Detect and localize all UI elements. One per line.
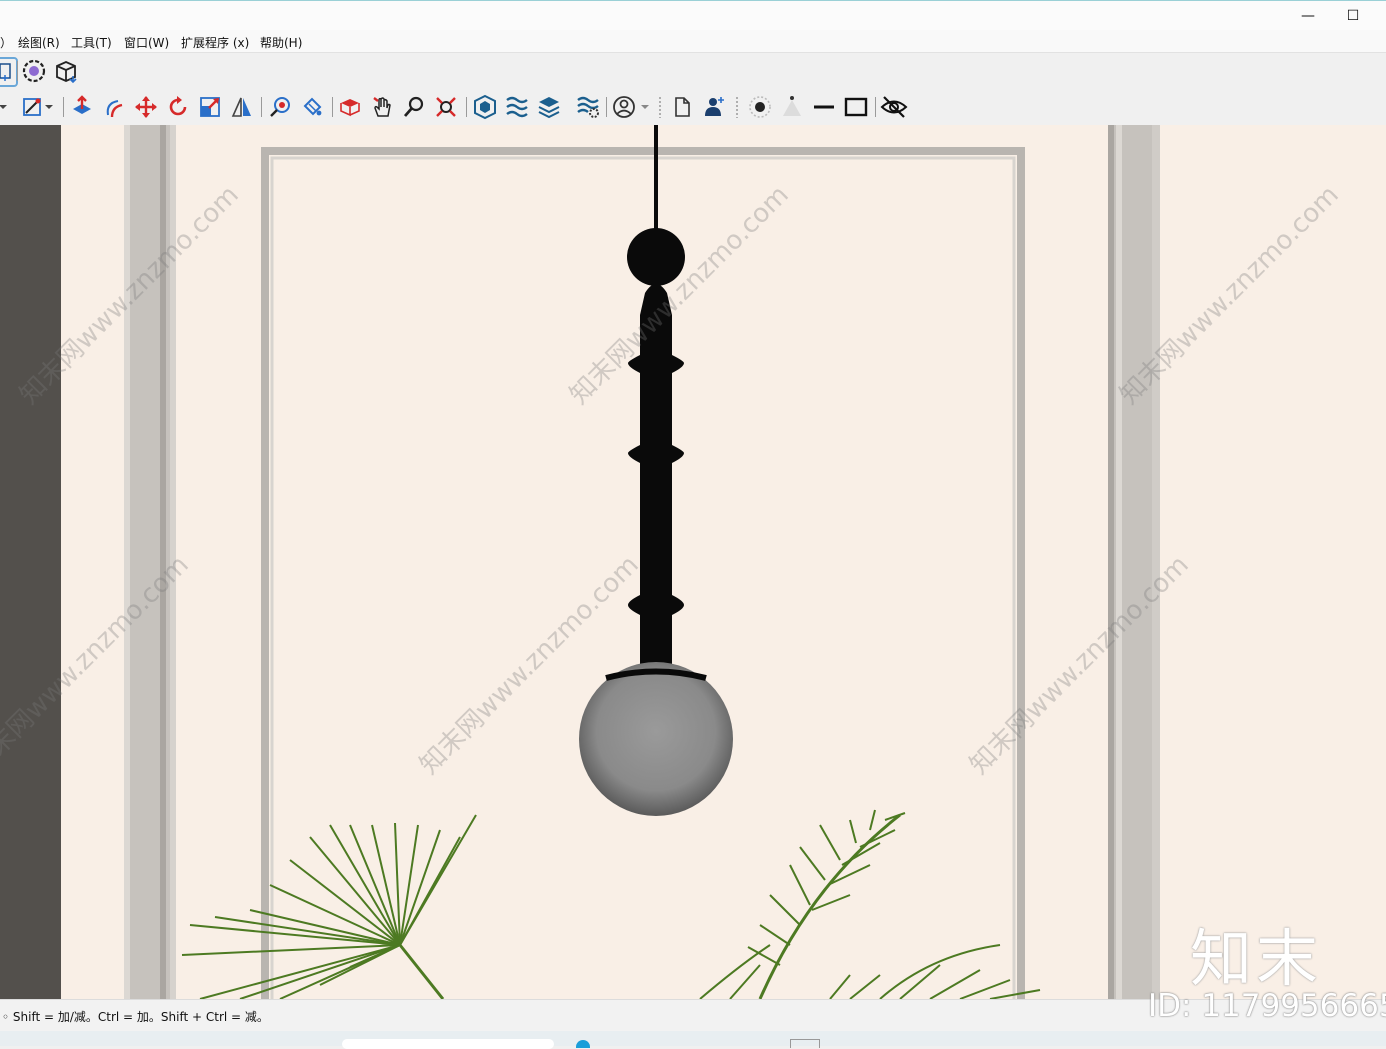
- toolbar-separator: [875, 97, 876, 117]
- minimize-button[interactable]: —: [1296, 7, 1320, 25]
- toolbar-separator: [332, 97, 333, 117]
- palm-plant-left: [181, 814, 477, 999]
- taskbar-search[interactable]: [342, 1039, 554, 1049]
- menu-item-draw[interactable]: 绘图(R): [18, 34, 60, 51]
- 3d-warehouse-icon[interactable]: [52, 57, 80, 85]
- maximize-button[interactable]: ☐: [1341, 7, 1365, 25]
- watermark-brand: 知末: [1190, 922, 1323, 995]
- taskbar-app-icon[interactable]: [576, 1040, 590, 1048]
- person-icon[interactable]: [700, 93, 728, 121]
- component-add-icon[interactable]: [0, 57, 18, 87]
- zoom-icon[interactable]: [400, 93, 428, 121]
- taskbar: [0, 1031, 1386, 1049]
- move-icon[interactable]: [132, 93, 160, 121]
- scale-icon[interactable]: [196, 93, 224, 121]
- extension-warehouse-icon[interactable]: [20, 57, 48, 85]
- pendant-lamp: [579, 125, 733, 816]
- menu-item-tools[interactable]: 工具(T): [71, 34, 112, 51]
- toolbar-separator: [17, 61, 18, 81]
- toolbar-separator: [606, 97, 607, 117]
- solid-tools-icon[interactable]: [471, 93, 499, 121]
- shadow-icon[interactable]: [746, 93, 774, 121]
- toolbar-main: [0, 89, 1386, 125]
- followme-icon[interactable]: [100, 93, 128, 121]
- sandbox-icon[interactable]: [503, 93, 531, 121]
- toolbar-warehouse: [0, 53, 1386, 89]
- dropdown-arrow-icon[interactable]: [636, 93, 654, 121]
- face-rect-icon[interactable]: [842, 93, 870, 121]
- pushpull-icon[interactable]: [68, 93, 96, 121]
- toolbar-grip[interactable]: [658, 96, 662, 118]
- menu-item-window[interactable]: 窗口(W): [124, 34, 169, 51]
- dropdown-arrow-icon[interactable]: [0, 93, 12, 121]
- zoom-extents-icon[interactable]: [432, 93, 460, 121]
- hand-pan-icon[interactable]: [368, 93, 396, 121]
- rotate-icon[interactable]: [164, 93, 192, 121]
- dropdown-arrow-icon[interactable]: [40, 93, 58, 121]
- toolbar-separator: [261, 97, 262, 117]
- hide-icon[interactable]: [880, 93, 908, 121]
- menu-item-extensions[interactable]: 扩展程序 (x): [181, 34, 249, 51]
- model-viewport[interactable]: 知末网www.znzmo.com 知末网www.znzmo.com 知末网www…: [0, 125, 1386, 999]
- section-plane-icon[interactable]: [336, 93, 364, 121]
- menu-bar: ） 绘图(R) 工具(T) 窗口(W) 扩展程序 (x) 帮助(H): [0, 30, 1386, 53]
- user-account-icon[interactable]: [610, 93, 638, 121]
- fog-icon[interactable]: [778, 93, 806, 121]
- new-file-icon[interactable]: [668, 93, 696, 121]
- tape-measure-icon[interactable]: [266, 93, 294, 121]
- taskbar-app-icon[interactable]: [790, 1039, 820, 1048]
- toolbar-separator: [466, 97, 467, 117]
- menu-item-partial[interactable]: ）: [0, 34, 12, 51]
- title-bar: — ☐: [0, 0, 1386, 30]
- flip-icon[interactable]: [228, 93, 256, 121]
- styles-icon[interactable]: [574, 93, 602, 121]
- paint-bucket-icon[interactable]: [298, 93, 326, 121]
- menu-item-help[interactable]: 帮助(H): [260, 34, 302, 51]
- toolbar-separator: [63, 97, 64, 117]
- layers-icon[interactable]: [535, 93, 563, 121]
- palm-plant-right: [699, 809, 1041, 999]
- status-hint: ◦ Shift = 加/减。Ctrl = 加。Shift + Ctrl = 减。: [2, 1010, 269, 1024]
- toolbar-grip[interactable]: [735, 96, 739, 118]
- edge-line-icon[interactable]: [810, 93, 838, 121]
- dark-wall-panel: [0, 125, 61, 999]
- watermark-id: ID: 1179956665: [1148, 988, 1386, 1024]
